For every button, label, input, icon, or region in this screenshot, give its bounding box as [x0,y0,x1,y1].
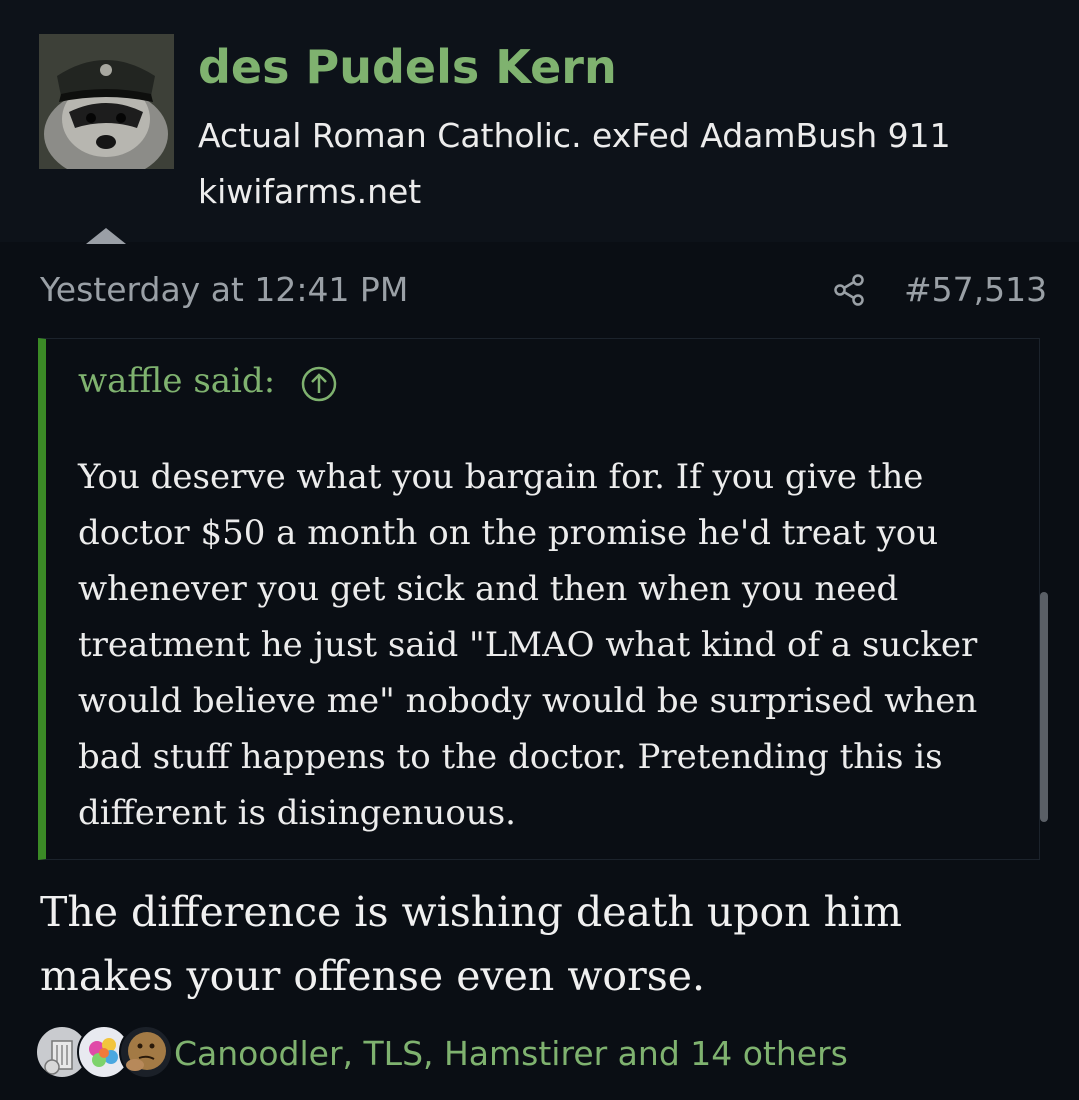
user-title: Actual Roman Catholic. exFed AdamBush 91… [198,116,951,155]
quote-author-link[interactable]: waffle said: [78,361,275,401]
quote-block: waffle said: You deserve what you bargai… [38,338,1040,860]
raccoon-avatar-icon [39,34,174,169]
quote-body-text: You deserve what you bargain for. If you… [78,457,978,833]
user-avatar[interactable] [39,34,174,169]
thinking-face-icon[interactable] [119,1025,173,1079]
username-link[interactable]: des Pudels Kern [198,40,617,94]
go-to-quote-icon[interactable] [300,365,338,403]
reaction-list-link[interactable]: Canoodler, TLS, Hamstirer and 14 others [174,1034,848,1073]
post-author-header: des Pudels Kern Actual Roman Catholic. e… [0,0,1079,244]
share-icon[interactable] [832,272,868,308]
caret-up-icon [86,228,126,244]
post-body-text: The difference is wishing death upon him… [40,888,903,1000]
post-timestamp[interactable]: Yesterday at 12:41 PM [40,270,408,309]
user-site: kiwifarms.net [198,172,422,211]
post-number-link[interactable]: #57,513 [904,270,1047,309]
quote-scrollbar[interactable] [1040,592,1048,822]
